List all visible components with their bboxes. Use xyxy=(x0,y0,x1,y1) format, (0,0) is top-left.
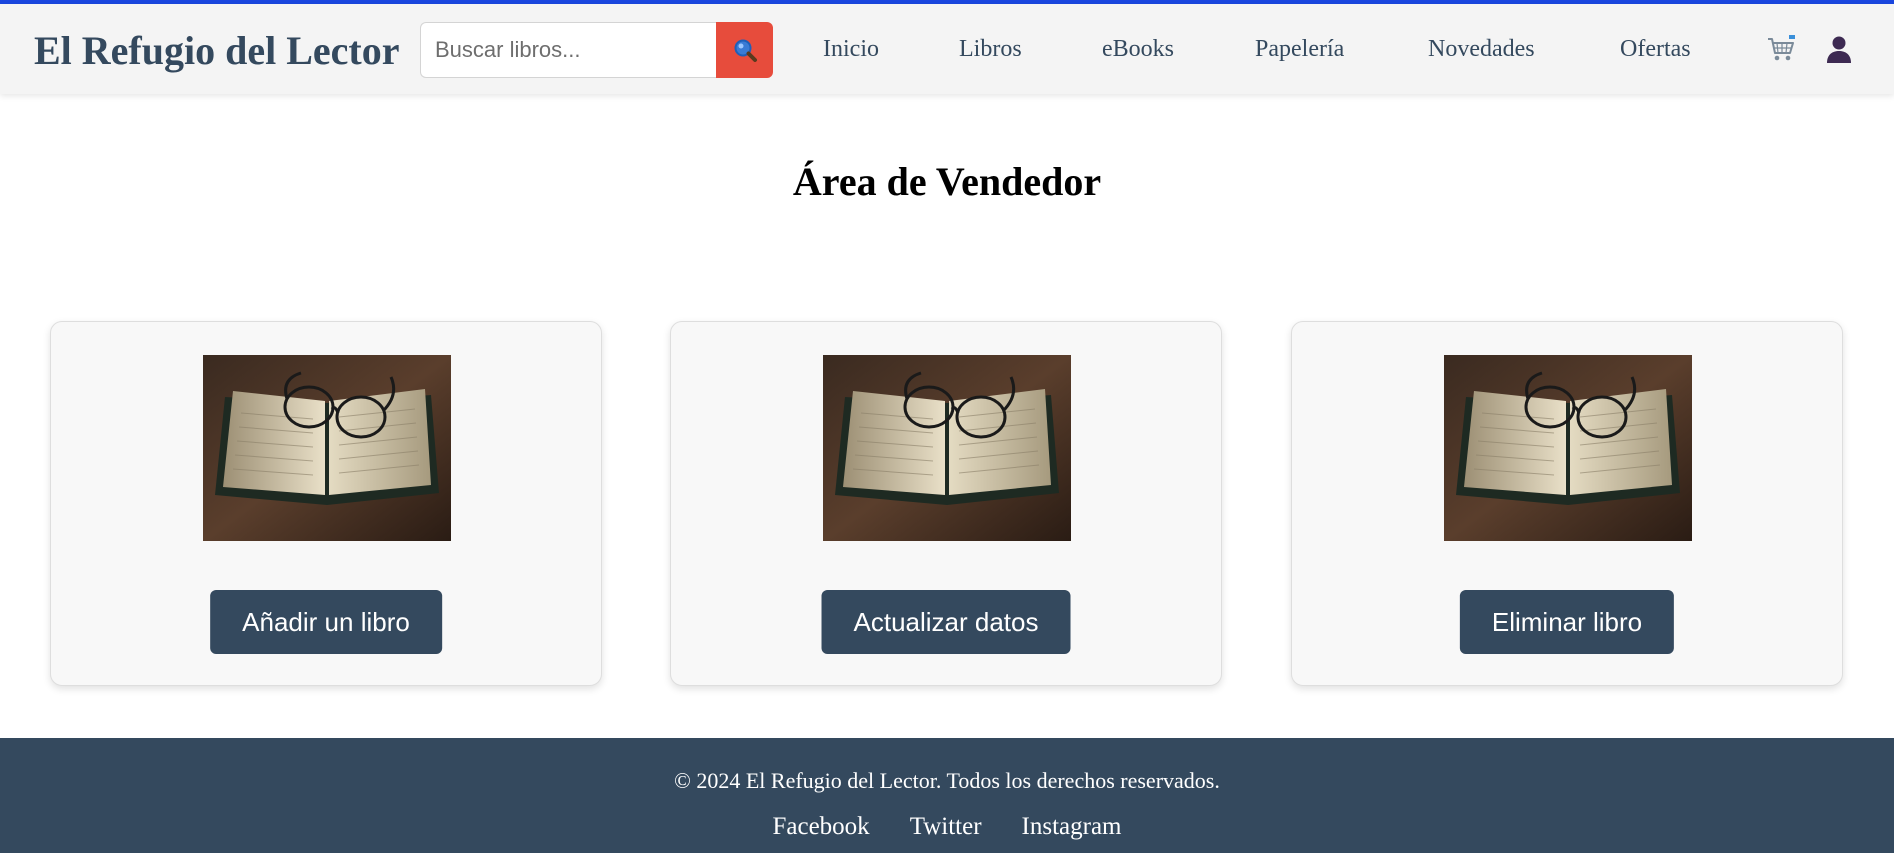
nav-inicio[interactable]: Inicio xyxy=(823,34,879,64)
nav-novedades[interactable]: Novedades xyxy=(1428,34,1535,64)
user-icon[interactable] xyxy=(1824,34,1854,64)
site-footer: © 2024 El Refugio del Lector. Todos los … xyxy=(0,738,1894,853)
header-icons xyxy=(1766,34,1854,64)
site-logo[interactable]: El Refugio del Lector xyxy=(34,27,400,75)
page-title: Área de Vendedor xyxy=(792,159,1102,204)
add-book-button[interactable]: Añadir un libro xyxy=(210,590,442,654)
card-delete-book: Eliminar libro xyxy=(1291,321,1843,686)
search-button[interactable] xyxy=(716,22,773,78)
book-photo xyxy=(203,355,451,541)
social-links: Facebook Twitter Instagram xyxy=(0,812,1894,842)
nav-libros[interactable]: Libros xyxy=(959,34,1022,64)
card-update-data: Actualizar datos xyxy=(670,321,1222,686)
search-input[interactable] xyxy=(420,22,716,78)
nav-papeleria[interactable]: Papelería xyxy=(1255,34,1344,64)
search-icon xyxy=(734,39,757,62)
search-bar xyxy=(420,22,773,78)
main-nav: Inicio Libros eBooks Papelería Novedades… xyxy=(823,34,1691,64)
nav-ofertas[interactable]: Ofertas xyxy=(1620,34,1691,64)
card-add-book: Añadir un libro xyxy=(50,321,602,686)
book-photo xyxy=(823,355,1071,541)
delete-book-button[interactable]: Eliminar libro xyxy=(1459,590,1675,654)
cart-icon[interactable] xyxy=(1766,34,1796,64)
update-data-button[interactable]: Actualizar datos xyxy=(821,590,1071,654)
book-photo xyxy=(1444,355,1692,541)
copyright-text: © 2024 El Refugio del Lector. Todos los … xyxy=(674,768,1220,793)
site-header: El Refugio del Lector Inicio Libros eBoo… xyxy=(0,4,1894,94)
nav-ebooks[interactable]: eBooks xyxy=(1102,34,1174,64)
twitter-link[interactable]: Twitter xyxy=(910,812,982,842)
facebook-link[interactable]: Facebook xyxy=(772,812,869,842)
instagram-link[interactable]: Instagram xyxy=(1022,812,1122,842)
